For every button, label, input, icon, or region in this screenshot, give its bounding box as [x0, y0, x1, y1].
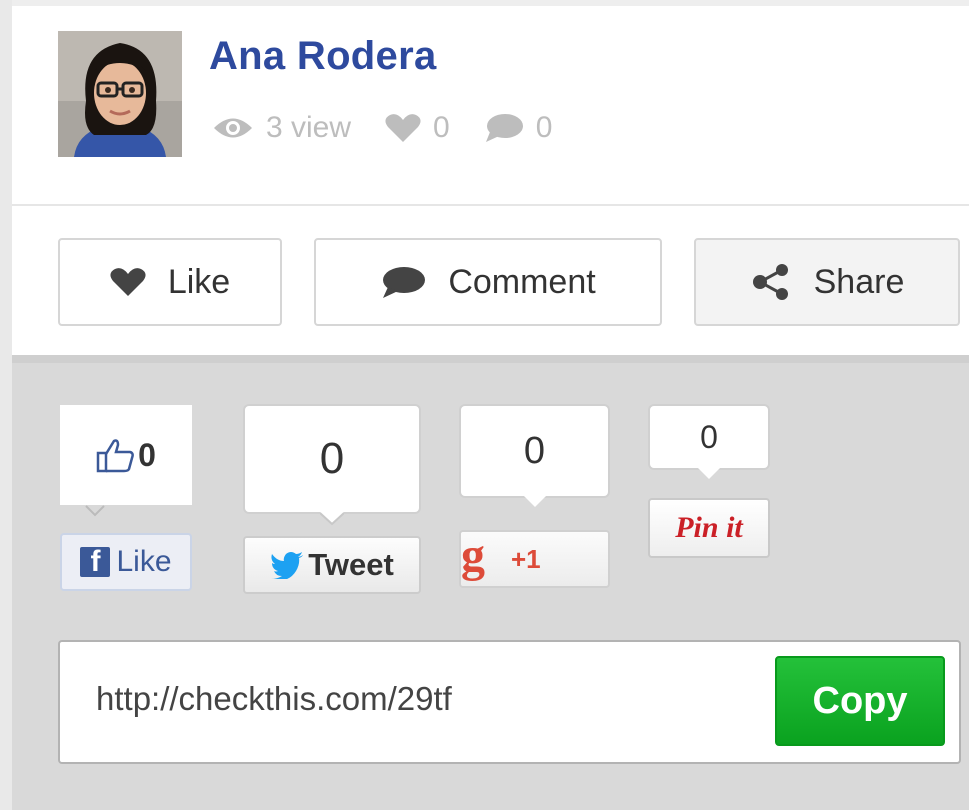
like-button-label: Like	[167, 262, 231, 301]
post-stats: 3 view 0 0	[212, 106, 586, 150]
google-plus-button-label: +1	[511, 543, 541, 574]
speech-bubble-icon	[485, 114, 523, 142]
tweet-count-tail	[320, 512, 344, 526]
share-icon	[752, 264, 788, 300]
facebook-like-count: 0	[60, 405, 192, 505]
share-url-text[interactable]: http://checkthis.com/29tf	[96, 680, 452, 718]
share-button-label: Share	[813, 262, 905, 301]
left-edge	[0, 0, 12, 810]
tweet-count: 0	[243, 404, 421, 514]
heart-icon	[385, 114, 421, 142]
facebook-count-value: 0	[138, 436, 156, 473]
facebook-like-button[interactable]: f Like	[60, 533, 192, 591]
twitter-bird-icon	[271, 552, 304, 579]
facebook-like-label: Like	[116, 545, 172, 578]
pin-it-label: Pin it	[675, 511, 743, 544]
google-plus-count-tail	[524, 496, 546, 507]
comments-count: 0	[535, 111, 553, 144]
likes-stat: 0	[385, 111, 450, 145]
copy-button-label: Copy	[812, 679, 908, 722]
author-name[interactable]: Ana Rodera	[209, 34, 437, 79]
comments-stat: 0	[484, 111, 553, 145]
comment-button[interactable]: Comment	[314, 238, 662, 326]
heart-icon	[110, 268, 146, 296]
google-g-icon: g	[461, 529, 485, 582]
likes-count: 0	[433, 111, 450, 144]
avatar-illustration	[58, 31, 182, 157]
google-plus-count: 0	[459, 404, 610, 498]
pin-count-tail	[698, 468, 720, 479]
google-plus-button[interactable]: g +1	[459, 530, 610, 588]
like-button[interactable]: Like	[58, 238, 282, 326]
tweet-button[interactable]: Tweet	[243, 536, 421, 594]
views-count: 3 view	[266, 111, 352, 144]
thumbs-up-icon	[96, 439, 134, 473]
panel-divider	[12, 355, 969, 363]
facebook-icon: f	[80, 547, 111, 577]
share-button[interactable]: Share	[694, 238, 960, 326]
tweet-count-value: 0	[319, 434, 345, 483]
facebook-count-chevron	[85, 505, 105, 517]
header-divider	[12, 204, 969, 206]
pin-count: 0	[648, 404, 770, 470]
google-plus-count-value: 0	[523, 429, 546, 472]
views-stat: 3 view	[212, 111, 351, 145]
comment-button-label: Comment	[448, 262, 596, 301]
pin-it-button[interactable]: Pin it	[648, 498, 770, 558]
share-url-box[interactable]: http://checkthis.com/29tf Copy	[58, 640, 961, 764]
eye-icon	[214, 118, 252, 138]
tweet-button-label: Tweet	[308, 547, 394, 582]
pin-count-value: 0	[700, 418, 718, 455]
speech-bubble-icon	[383, 267, 426, 298]
top-border	[12, 0, 969, 6]
copy-button[interactable]: Copy	[775, 656, 945, 746]
avatar[interactable]	[58, 31, 182, 157]
